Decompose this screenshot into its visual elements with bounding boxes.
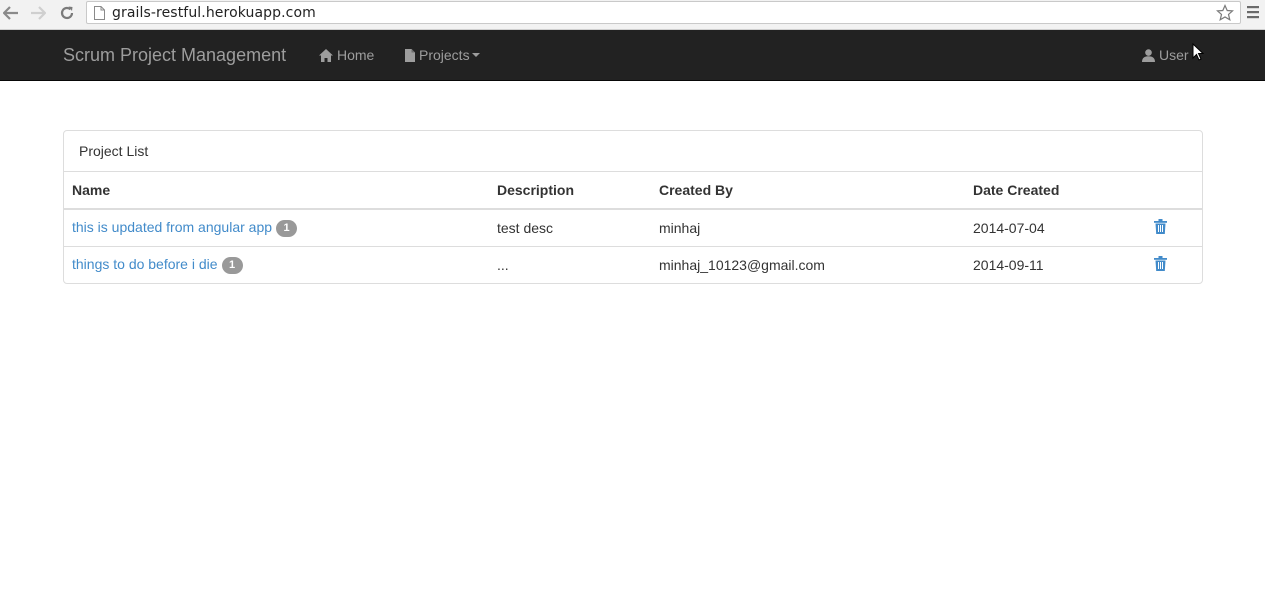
cell-actions — [1145, 245, 1202, 283]
count-badge: 1 — [221, 256, 243, 274]
column-header-date-created: Date Created — [965, 172, 1145, 210]
nav-home-label: Home — [337, 47, 375, 63]
forward-button[interactable] — [28, 3, 48, 23]
nav-user-label: User — [1159, 47, 1189, 63]
file-icon — [405, 48, 415, 62]
cell-description: ... — [489, 245, 651, 283]
cell-description: test desc — [497, 219, 554, 236]
panel-title: Project List — [64, 131, 1202, 172]
address-bar[interactable]: grails-restful.herokuapp.com — [86, 1, 1241, 24]
cell-name: this is updated from angular app 1 — [64, 209, 489, 246]
table-row: things to do before i die 1 ... minhaj_10… — [64, 245, 1202, 283]
cell-created-by: minhaj_10123@gmail.com — [651, 245, 965, 283]
column-header-created-by: Created By — [651, 172, 965, 210]
table-header-row: Name Description Created By Date Created — [64, 172, 1202, 210]
column-header-name: Name — [64, 172, 489, 210]
table-row: this is updated from angular app 1 test d… — [64, 209, 1202, 246]
project-link[interactable]: things to do before i die — [72, 256, 218, 272]
nav-projects-label: Projects — [419, 47, 470, 63]
arrow-right-icon — [31, 6, 46, 20]
project-table: Name Description Created By Date Created… — [64, 172, 1202, 283]
star-icon[interactable] — [1216, 4, 1234, 22]
chevron-down-icon — [471, 53, 480, 57]
cell-actions — [1145, 209, 1202, 246]
column-header-actions — [1145, 172, 1202, 210]
count-badge: 1 — [276, 219, 298, 237]
trash-icon[interactable] — [1154, 255, 1167, 271]
mouse-cursor-icon — [1192, 43, 1204, 61]
nav-projects-dropdown[interactable]: Projects — [405, 47, 480, 63]
nav-user[interactable]: User — [1142, 47, 1189, 63]
browser-toolbar: grails-restful.herokuapp.com — [0, 0, 1265, 30]
reload-icon — [60, 6, 74, 20]
arrow-left-icon — [3, 6, 18, 20]
home-icon — [319, 48, 333, 62]
page-icon — [94, 6, 105, 20]
cell-date-created: 2014-09-11 — [965, 245, 1145, 283]
cell-name: things to do before i die 1 — [64, 245, 489, 283]
reload-button[interactable] — [57, 3, 77, 23]
user-icon — [1142, 48, 1155, 62]
project-list-panel: Project List Name Description Created By… — [63, 130, 1203, 284]
trash-icon[interactable] — [1154, 218, 1167, 234]
project-link[interactable]: this is updated from angular app — [72, 219, 272, 235]
navbar-brand[interactable]: Scrum Project Management — [63, 45, 286, 66]
url-text: grails-restful.herokuapp.com — [112, 5, 316, 21]
cell-date-created: 2014-07-04 — [973, 219, 1045, 236]
top-navbar: Scrum Project Management Home Projects U… — [0, 30, 1265, 81]
cell-created-by: minhaj — [659, 219, 701, 236]
back-button[interactable] — [1, 3, 21, 23]
nav-home[interactable]: Home — [319, 47, 374, 63]
column-header-description: Description — [489, 172, 651, 210]
hamburger-menu-icon[interactable] — [1246, 5, 1260, 19]
